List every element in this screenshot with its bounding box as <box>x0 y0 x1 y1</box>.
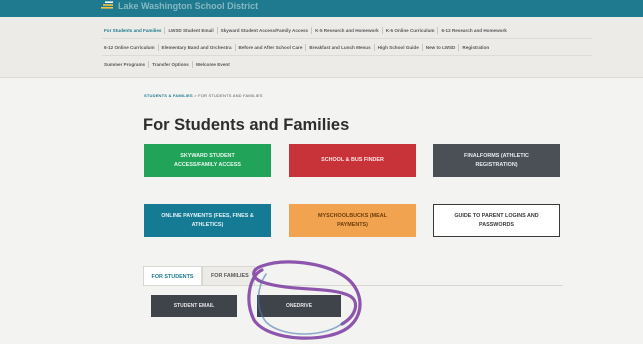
nav-divider <box>102 55 592 56</box>
nav-link-new-to-lwsd[interactable]: New to LWSD <box>423 43 460 51</box>
nav-link-transfer-options[interactable]: Transfer Options <box>149 60 193 68</box>
student-email-button[interactable]: STUDENT EMAIL <box>151 295 237 317</box>
nav-link-skyward[interactable]: Skyward Student Access/Family Access <box>218 26 313 34</box>
nav-link-welcome-event[interactable]: Welcome Event <box>193 61 233 68</box>
nav-link-school-care[interactable]: Before and After School Care <box>236 43 307 51</box>
site-header: Lake Washington School District <box>0 0 643 17</box>
nav-link-registration[interactable]: Registration <box>459 44 492 51</box>
nav-link-high-school-guide[interactable]: High School Guide <box>375 43 423 51</box>
nav-link-summer-programs[interactable]: Summer Programs <box>104 60 150 68</box>
tile-myschoolbucks[interactable]: MYSCHOOLBUCKS (MEAL PAYMENTS) <box>289 204 416 237</box>
nav-link-6-12-curriculum[interactable]: 6-12 Online Curriculum <box>104 43 159 51</box>
nav-link-for-students-and-families[interactable]: For Students and Families <box>104 26 166 34</box>
nav-divider <box>102 38 592 39</box>
breadcrumb-parent-link[interactable]: STUDENTS & FAMILIES <box>144 93 193 98</box>
tile-online-payments[interactable]: ONLINE PAYMENTS (FEES, FINES & ATHLETICS… <box>144 204 271 237</box>
tab-underline <box>143 285 563 286</box>
nav-link-k5-research[interactable]: K-5 Research and Homework <box>312 26 383 34</box>
breadcrumb-separator: > <box>194 93 197 98</box>
tile-skyward-access[interactable]: SKYWARD STUDENT ACCESS/FAMILY ACCESS <box>144 144 271 177</box>
site-title[interactable]: Lake Washington School District <box>118 1 258 11</box>
onedrive-button[interactable]: ONEDRIVE <box>257 295 341 317</box>
breadcrumb-current: FOR STUDENTS AND FAMILIES <box>198 93 263 98</box>
nav-link-menus[interactable]: Breakfast and Lunch Menus <box>306 43 375 51</box>
breadcrumb: STUDENTS & FAMILIES > FOR STUDENTS AND F… <box>144 93 263 98</box>
nav-row-3: Summer Programs Transfer Options Welcome… <box>104 57 233 71</box>
nav-link-student-email[interactable]: LWSD Student Email <box>165 26 218 34</box>
tile-parent-logins-guide[interactable]: GUIDE TO PARENT LOGINS AND PASSWORDS <box>433 204 560 237</box>
nav-row-1: For Students and Families LWSD Student E… <box>104 23 510 37</box>
tab-for-families[interactable]: FOR FAMILIES <box>202 266 255 286</box>
nav-link-k5-curriculum[interactable]: K-5 Online Curriculum <box>383 26 439 34</box>
nav-row-2: 6-12 Online Curriculum Elementary Band a… <box>104 40 492 54</box>
nav-link-band-orchestra[interactable]: Elementary Band and Orchestra <box>159 43 236 51</box>
tab-for-students[interactable]: FOR STUDENTS <box>143 266 202 286</box>
district-logo-icon[interactable] <box>100 0 114 12</box>
nav-link-6-12-research[interactable]: 6-12 Research and Homework <box>438 27 509 34</box>
tile-school-bus-finder[interactable]: SCHOOL & BUS FINDER <box>289 144 416 177</box>
page-title: For Students and Families <box>143 116 350 134</box>
tile-finalforms[interactable]: FINALFORMS (ATHLETIC REGISTRATION) <box>433 144 560 177</box>
top-navigation: For Students and Families LWSD Student E… <box>0 17 643 78</box>
